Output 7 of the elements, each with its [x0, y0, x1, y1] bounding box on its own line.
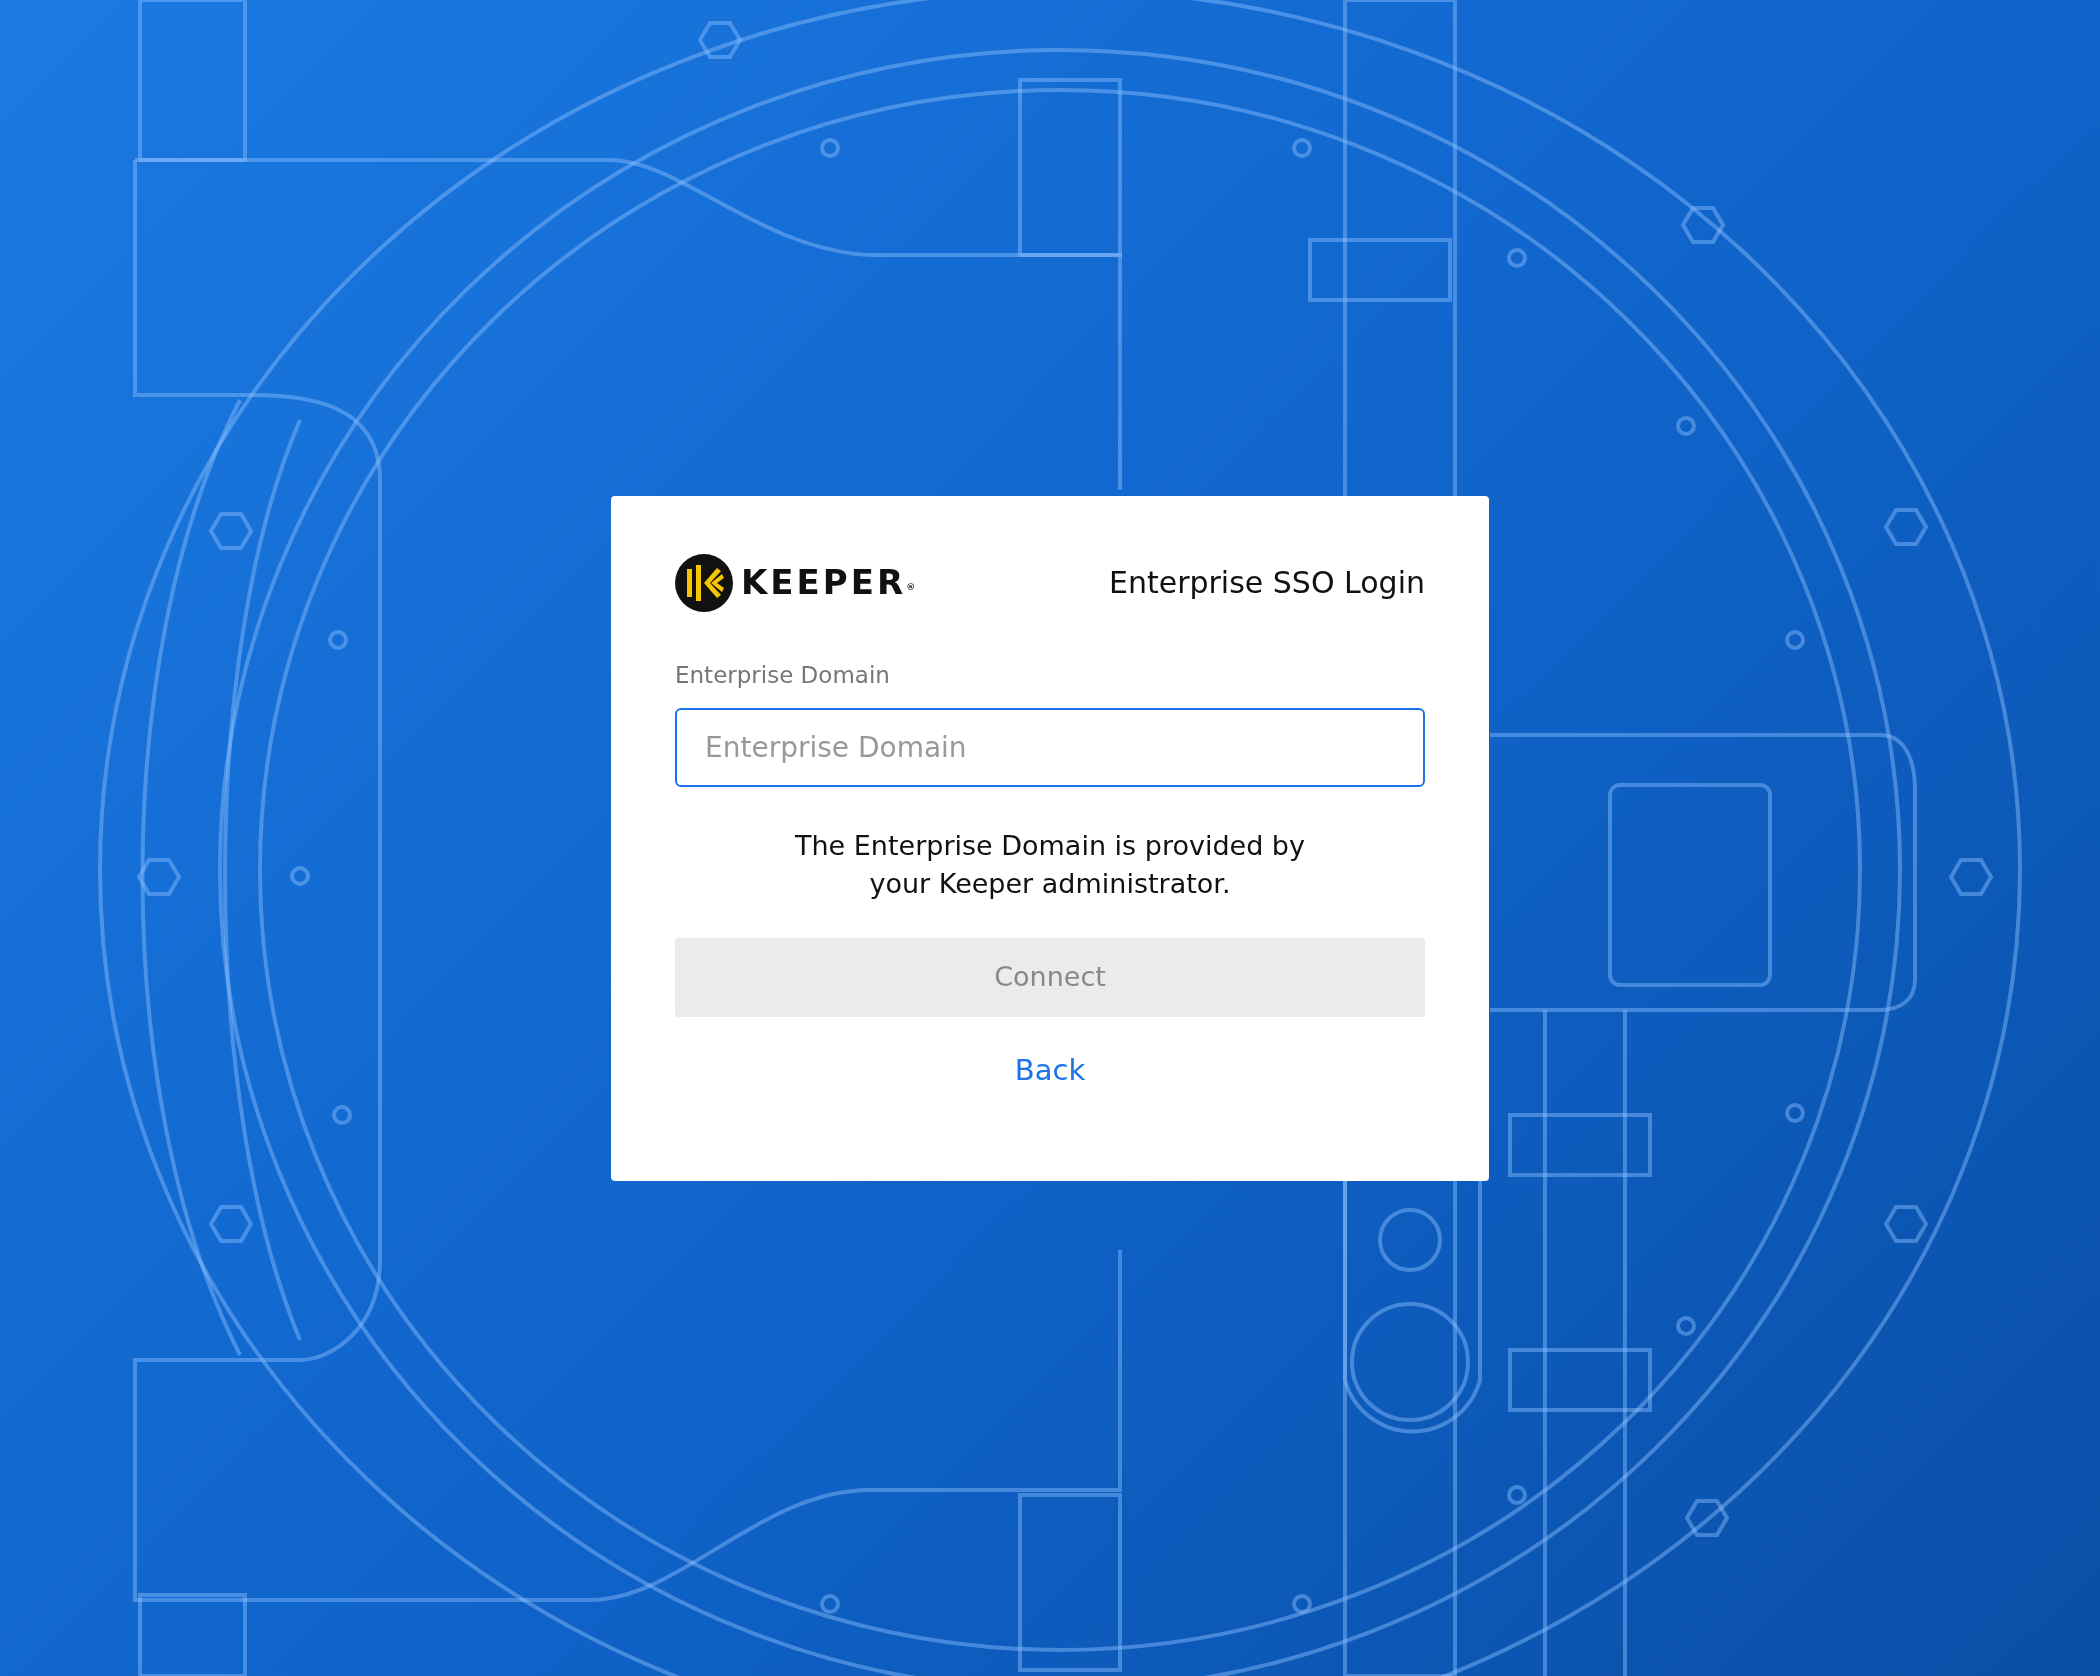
- help-text: The Enterprise Domain is provided by your Keeper administrator.: [794, 829, 1306, 901]
- keeper-wordmark: KEEPER$^{®}$: [741, 561, 916, 604]
- back-link[interactable]: Back: [1014, 1053, 1086, 1087]
- enterprise-domain-field[interactable]: Enterprise Domain: [675, 708, 1425, 787]
- page-title: Enterprise SSO Login: [1108, 564, 1425, 602]
- field-label: Enterprise Domain: [675, 660, 891, 690]
- keeper-logo-icon: [675, 553, 733, 612]
